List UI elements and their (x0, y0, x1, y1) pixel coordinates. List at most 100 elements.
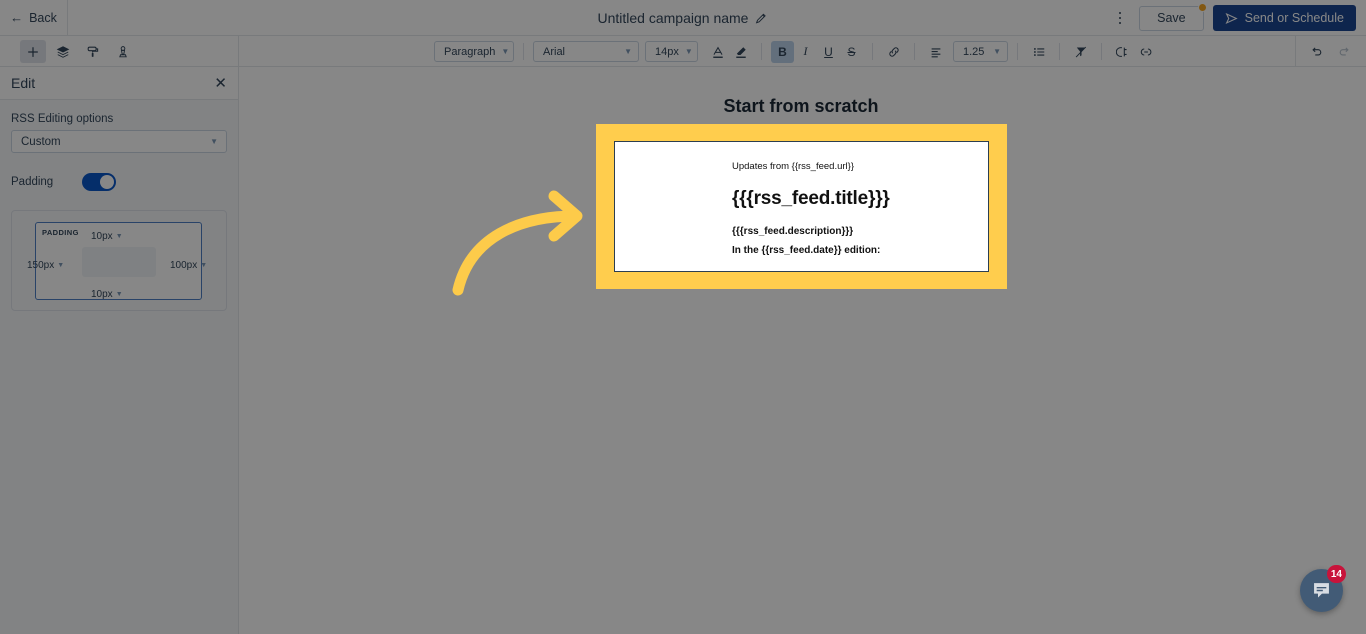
divider (1017, 43, 1018, 60)
line-height-value: 1.25 (963, 45, 985, 58)
app-root: ← Back Untitled campaign name Save Send … (0, 0, 1366, 634)
padding-bottom-value: 10px (91, 289, 113, 300)
edit-panel-header: Edit ✕ (0, 67, 238, 100)
padding-box-content-area (82, 247, 156, 277)
chat-bubble-icon (1314, 583, 1329, 598)
smart-link-icon[interactable] (1134, 41, 1157, 63)
padding-left-stepper[interactable]: 150px ▼ (27, 260, 64, 271)
padding-left-value: 150px (27, 260, 55, 271)
text-color-icon[interactable] (706, 41, 729, 63)
font-size-value: 14px (655, 45, 679, 58)
padding-box-label: PADDING (42, 228, 79, 237)
send-or-schedule-button[interactable]: Send or Schedule (1212, 5, 1356, 31)
bold-label: B (778, 44, 787, 59)
padding-right-value: 100px (170, 260, 198, 271)
editor-toolbar: Paragraph ▼ Arial ▼ 14px ▼ B I U S 1.25 … (0, 36, 1366, 67)
rss-title-line: {{{rss_feed.title}}} (732, 188, 890, 209)
add-block-icon[interactable] (20, 40, 46, 63)
arrow-left-icon: ← (10, 10, 24, 25)
rss-editing-options-select[interactable]: Custom ▼ (11, 130, 227, 153)
chevron-down-icon: ▼ (993, 46, 1001, 56)
paint-roller-icon[interactable] (80, 40, 106, 63)
divider (761, 43, 762, 60)
chevron-down-icon: ▼ (501, 46, 510, 56)
chat-unread-badge: 14 (1326, 565, 1346, 583)
top-bar-actions: Save Send or Schedule (1110, 0, 1366, 36)
line-height-select[interactable]: 1.25 ▼ (953, 41, 1008, 62)
chevron-down-icon: ▼ (115, 291, 123, 298)
rss-module-content: Updates from {{rss_feed.url}} {{{rss_fee… (615, 152, 988, 256)
underline-label: U (824, 44, 833, 59)
back-button[interactable]: ← Back (0, 0, 68, 36)
chevron-down-icon: ▼ (624, 46, 632, 56)
padding-right-stepper[interactable]: 100px ▼ (170, 260, 207, 271)
rss-url-line: Updates from {{rss_feed.url}} (732, 161, 854, 172)
edit-panel-title: Edit (11, 75, 36, 91)
padding-label: Padding (11, 176, 54, 188)
link-icon[interactable] (882, 41, 905, 63)
toggle-knob (100, 175, 115, 189)
padding-card: PADDING 10px ▼ 10px ▼ 150px ▼ 100px ▼ (11, 210, 227, 311)
rss-description-line: {{{rss_feed.description}}} (732, 226, 854, 237)
align-left-icon[interactable] (924, 41, 947, 63)
strikethrough-label: S (847, 44, 856, 59)
rss-module-block[interactable]: Updates from {{rss_feed.url}} {{{rss_fee… (614, 141, 989, 272)
chat-widget-button[interactable]: 14 (1300, 565, 1346, 612)
font-family-value: Arial (543, 45, 566, 58)
chevron-down-icon: ▼ (115, 233, 123, 240)
highlight-color-icon[interactable] (729, 41, 752, 63)
strikethrough-button[interactable]: S (840, 41, 863, 63)
paper-plane-icon (1225, 12, 1238, 25)
personalization-token-icon[interactable] (1111, 41, 1134, 63)
bulleted-list-icon[interactable] (1027, 41, 1050, 63)
chevron-down-icon: ▼ (57, 262, 65, 269)
curved-arrow-right-icon (440, 190, 615, 310)
chess-pawn-icon[interactable] (110, 40, 136, 63)
block-tool-group (0, 36, 239, 67)
italic-button[interactable]: I (794, 41, 817, 63)
padding-toggle-row: Padding (11, 173, 227, 191)
divider (523, 43, 524, 60)
chevron-down-icon: ▼ (684, 46, 693, 56)
chevron-down-icon: ▼ (210, 136, 218, 146)
paragraph-style-select[interactable]: Paragraph ▼ (434, 41, 514, 62)
padding-bottom-stepper[interactable]: 10px ▼ (91, 289, 123, 300)
unsaved-changes-dot (1197, 2, 1207, 12)
padding-top-value: 10px (91, 231, 113, 242)
padding-toggle[interactable] (82, 173, 117, 191)
divider (1059, 43, 1060, 60)
padding-top-stepper[interactable]: 10px ▼ (91, 231, 123, 242)
undo-icon[interactable] (1305, 41, 1328, 63)
highlight-inner: Updates from {{rss_feed.url}} {{{rss_fee… (614, 141, 989, 272)
kebab-menu-icon[interactable] (1110, 6, 1130, 30)
edit-panel: Edit ✕ RSS Editing options Custom ▼ Padd… (0, 67, 239, 634)
pencil-icon[interactable] (755, 12, 768, 25)
font-family-select[interactable]: Arial ▼ (533, 41, 639, 62)
canvas-heading: Start from scratch (723, 96, 879, 116)
edit-panel-body: RSS Editing options Custom ▼ Padding PAD… (0, 100, 238, 311)
format-tool-group: Paragraph ▼ Arial ▼ 14px ▼ B I U S 1.25 … (239, 36, 1366, 67)
bold-button[interactable]: B (771, 40, 794, 63)
rss-editing-options-value: Custom (21, 135, 61, 148)
highlight-frame: Updates from {{rss_feed.url}} {{{rss_fee… (596, 124, 1007, 289)
clear-formatting-icon[interactable] (1069, 41, 1092, 63)
layers-icon[interactable] (50, 40, 76, 63)
top-bar: ← Back Untitled campaign name Save Send … (0, 0, 1366, 36)
redo-icon[interactable] (1332, 41, 1355, 63)
underline-button[interactable]: U (817, 41, 840, 63)
paragraph-style-value: Paragraph (444, 45, 496, 58)
back-button-label: Back (29, 10, 57, 25)
divider (914, 43, 915, 60)
save-button-label: Save (1157, 11, 1186, 25)
send-button-label: Send or Schedule (1244, 11, 1344, 25)
rss-date-line: In the {{rss_feed.date}} edition: (732, 245, 881, 256)
rss-editing-options-label: RSS Editing options (11, 113, 114, 125)
history-tool-group (1295, 36, 1366, 67)
save-button[interactable]: Save (1139, 2, 1207, 31)
italic-label: I (803, 44, 808, 58)
divider (872, 43, 873, 60)
divider (1101, 43, 1102, 60)
chevron-down-icon: ▼ (200, 262, 208, 269)
font-size-select[interactable]: 14px ▼ (645, 41, 698, 62)
close-icon[interactable]: ✕ (214, 76, 227, 91)
